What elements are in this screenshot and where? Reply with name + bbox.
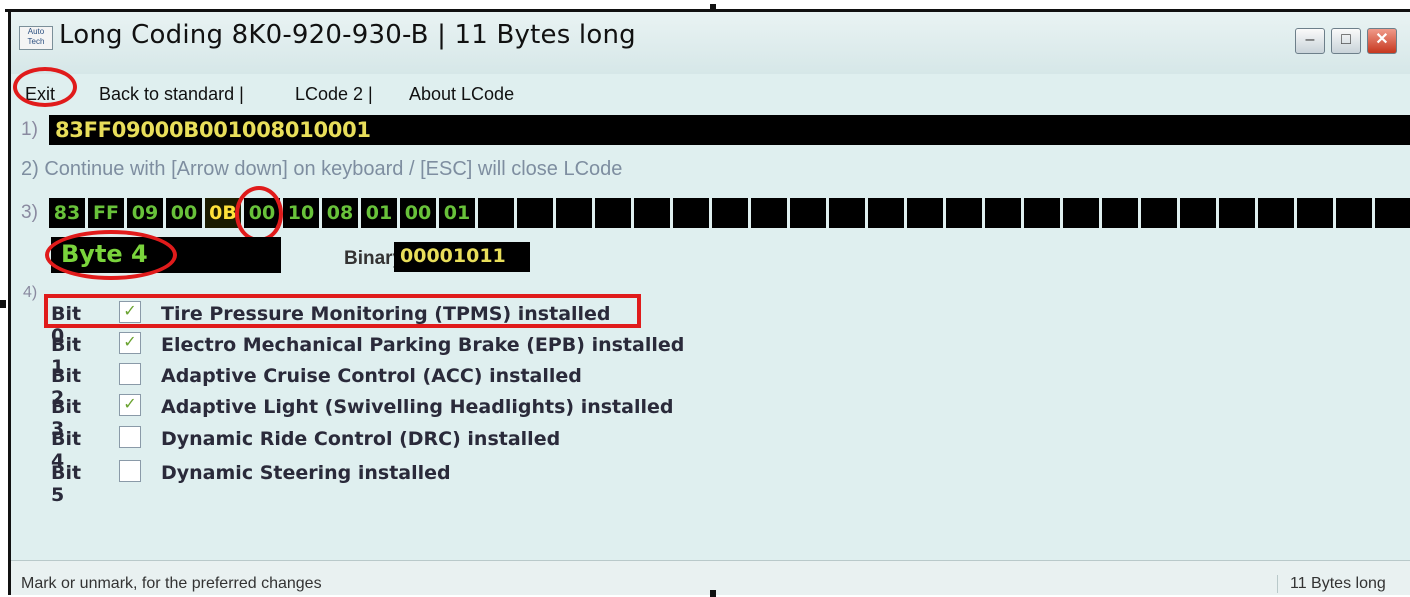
byte-cell[interactable] (478, 198, 517, 228)
bit-description: Dynamic Ride Control (DRC) installed (161, 428, 561, 450)
byte-cell[interactable] (634, 198, 673, 228)
byte-cell[interactable] (790, 198, 829, 228)
maximize-icon[interactable]: □ (1331, 28, 1361, 54)
bit-description: Electro Mechanical Parking Brake (EPB) i… (161, 334, 685, 356)
menu-about[interactable]: About LCode (409, 84, 514, 105)
menu-back-to-standard[interactable]: Back to standard | (99, 84, 244, 105)
byte-cell[interactable] (1102, 198, 1141, 228)
binary-value: 00001011 (400, 245, 506, 267)
byte-highlight-ellipse (45, 230, 177, 280)
coding-string: 83FF09000B001008010001 (55, 118, 371, 142)
byte-cell[interactable] (1297, 198, 1336, 228)
byte-cell[interactable]: 83 (49, 198, 88, 228)
menu-lcode2[interactable]: LCode 2 | (295, 84, 373, 105)
byte-cell[interactable]: 01 (361, 198, 400, 228)
byte-cell[interactable]: 10 (283, 198, 322, 228)
window-title: Long Coding 8K0-920-930-B | 11 Bytes lon… (59, 20, 636, 50)
byte-cell[interactable] (673, 198, 712, 228)
byte-cell[interactable] (595, 198, 634, 228)
byte-cell[interactable] (1219, 198, 1258, 228)
status-message: Mark or unmark, for the preferred change… (21, 575, 322, 592)
byte-cell[interactable]: 00 (166, 198, 205, 228)
byte-cell[interactable]: FF (88, 198, 127, 228)
bit-checkbox[interactable] (119, 460, 141, 482)
frame-handle-bottom (710, 590, 716, 597)
byte-cell[interactable]: 01 (439, 198, 478, 228)
byte-cell[interactable] (829, 198, 868, 228)
byte-cell[interactable]: 09 (127, 198, 166, 228)
lcode-window: Auto Tech Long Coding 8K0-920-930-B | 11… (8, 12, 1410, 595)
byte-cell[interactable] (1180, 198, 1219, 228)
byte-cell[interactable] (517, 198, 556, 228)
byte-cell[interactable] (868, 198, 907, 228)
frame-handle-top (710, 4, 716, 12)
step1-label: 1) (21, 119, 38, 140)
byte-cell[interactable] (556, 198, 595, 228)
selected-byte-highlight-circle (235, 186, 283, 242)
byte-cell[interactable] (1063, 198, 1102, 228)
binary-box: 00001011 (394, 242, 530, 272)
bit-description: Adaptive Cruise Control (ACC) installed (161, 365, 582, 387)
bit-description: Adaptive Light (Swivelling Headlights) i… (161, 396, 674, 418)
step3-label: 3) (21, 202, 38, 223)
step2-instruction: 2) Continue with [Arrow down] on keyboar… (21, 158, 623, 180)
tpms-highlight-rect (44, 294, 641, 328)
byte-cell[interactable]: 08 (322, 198, 361, 228)
app-icon: Auto Tech (19, 26, 53, 50)
byte-cell[interactable] (907, 198, 946, 228)
byte-cell[interactable] (946, 198, 985, 228)
frame-handle-left (0, 300, 6, 308)
close-icon[interactable]: ✕ (1367, 28, 1397, 54)
byte-cell[interactable] (985, 198, 1024, 228)
bit-label: Bit 5 (51, 462, 82, 506)
byte-cell[interactable] (1336, 198, 1375, 228)
byte-cell[interactable]: 00 (400, 198, 439, 228)
byte-cell[interactable] (751, 198, 790, 228)
menu-bar: Exit Back to standard | LCode 2 | About … (11, 74, 1410, 114)
bit-checkbox[interactable]: ✓ (119, 394, 141, 416)
byte-cell[interactable] (712, 198, 751, 228)
byte-cell[interactable] (1141, 198, 1180, 228)
status-size: 11 Bytes long (1277, 575, 1410, 593)
title-bar[interactable]: Auto Tech Long Coding 8K0-920-930-B | 11… (11, 12, 1410, 74)
exit-highlight-circle (13, 67, 77, 107)
bit-checkbox[interactable] (119, 363, 141, 385)
coding-string-field[interactable]: 83FF09000B001008010001 (49, 115, 1410, 145)
byte-cell[interactable] (1024, 198, 1063, 228)
bit-checkbox[interactable] (119, 426, 141, 448)
byte-cell[interactable] (1258, 198, 1297, 228)
bit-checkbox[interactable]: ✓ (119, 332, 141, 354)
bit-description: Dynamic Steering installed (161, 462, 451, 484)
step4-label: 4) (23, 284, 38, 301)
minimize-icon[interactable]: – (1295, 28, 1325, 54)
byte-cell[interactable] (1375, 198, 1410, 228)
